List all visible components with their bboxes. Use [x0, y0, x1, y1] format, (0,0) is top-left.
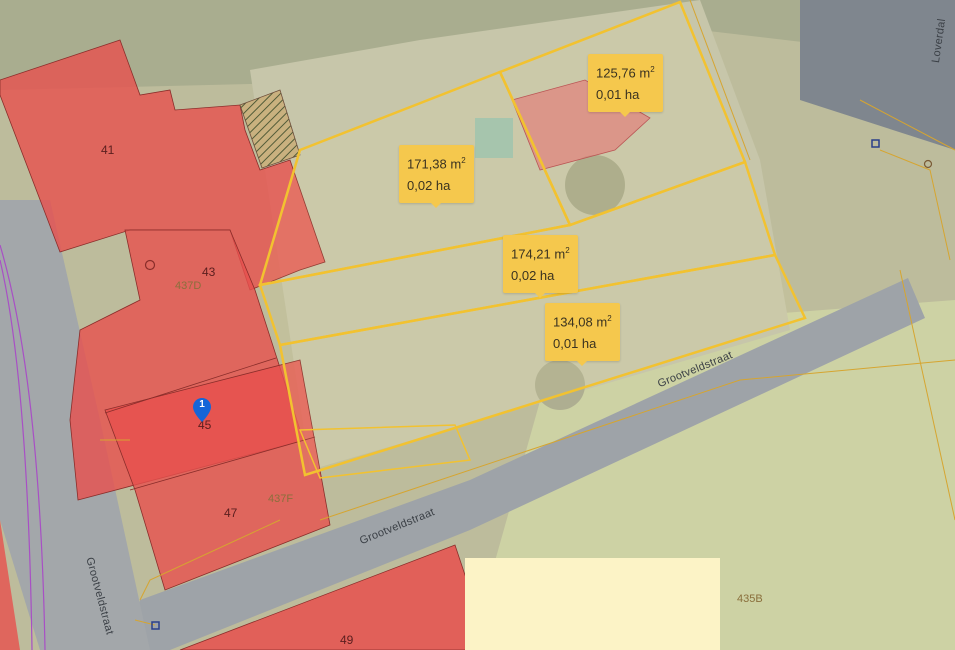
area-value: 125,76 m: [596, 65, 651, 81]
map-pin-label: 1: [199, 399, 205, 410]
house-number-47: 47: [224, 506, 238, 520]
area-unit-exponent: 2: [565, 246, 570, 255]
area-value: 174,21 m: [511, 246, 566, 262]
area-measurement-label: 171,38 m2 0,02 ha: [399, 145, 474, 209]
area-value: 134,08 m: [553, 314, 608, 330]
parcel-number-435b: 435B: [737, 593, 763, 605]
area-unit-exponent: 2: [461, 156, 466, 165]
area-measurement-label: 174,21 m2 0,02 ha: [503, 235, 578, 299]
parcel-number-437f: 437F: [268, 493, 294, 505]
map-layers: [0, 0, 955, 650]
hectare-value: 0,02 ha: [511, 268, 555, 284]
house-number-43: 43: [202, 265, 216, 279]
area-value: 171,38 m: [407, 156, 462, 172]
area-measurement-label: 125,76 m2 0,01 ha: [588, 54, 663, 118]
highlight-panel: [465, 558, 720, 650]
house-number-49: 49: [340, 633, 354, 647]
parcel-number-437d: 437D: [175, 280, 202, 292]
map-canvas[interactable]: 41 43 45 47 49 437D 437F 435B Grootvelds…: [0, 0, 955, 650]
hectare-value: 0,01 ha: [596, 87, 640, 103]
area-unit-exponent: 2: [607, 314, 612, 323]
house-number-41: 41: [101, 143, 115, 157]
hectare-value: 0,02 ha: [407, 178, 451, 194]
area-measurement-label: 134,08 m2 0,01 ha: [545, 303, 620, 367]
hectare-value: 0,01 ha: [553, 336, 597, 352]
area-unit-exponent: 2: [650, 65, 655, 74]
map-pin-icon[interactable]: 1: [193, 398, 211, 422]
